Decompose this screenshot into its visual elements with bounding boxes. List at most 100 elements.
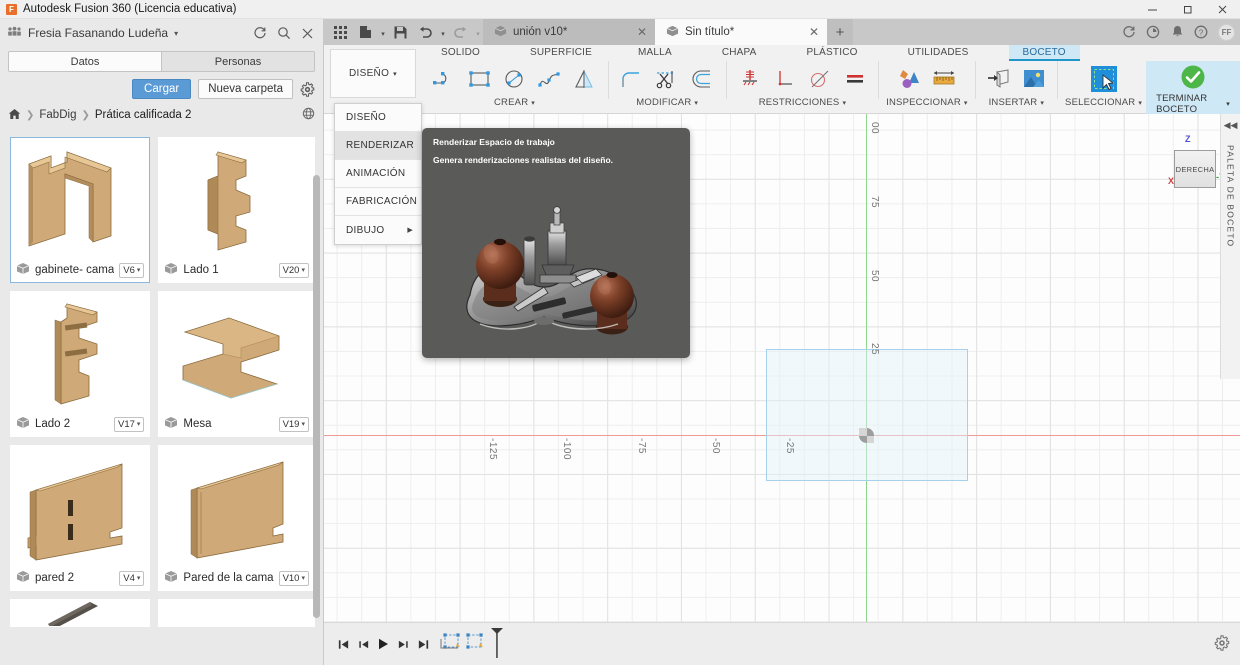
spline-icon[interactable] [533, 62, 566, 96]
insert-derive-icon[interactable] [982, 62, 1015, 96]
tab-plastico[interactable]: PLÁSTICO [793, 45, 872, 61]
maximize-button[interactable] [1170, 0, 1205, 19]
redo-icon[interactable] [448, 21, 473, 43]
skip-to-start-icon[interactable] [333, 629, 353, 659]
panel-label-crear[interactable]: CREAR ▾ [494, 97, 535, 108]
menu-item-fabricacion[interactable]: FABRICACIÓN [335, 188, 421, 216]
document-tab-union[interactable]: unión v10* ✕ [483, 19, 655, 45]
help-icon[interactable]: ? [1189, 19, 1213, 45]
sketch-palette-strip[interactable]: ◀◀ PALETA DE BOCETO [1220, 114, 1240, 379]
list-item[interactable]: Mesa V19 ▾ [158, 291, 315, 437]
job-status-icon[interactable] [1141, 19, 1165, 45]
menu-item-diseno[interactable]: DISEÑO [335, 104, 421, 132]
list-item[interactable]: gabinete- cama V6 ▾ [10, 137, 151, 283]
search-icon[interactable] [276, 26, 291, 41]
list-item[interactable]: Pared de la cama V10 ▾ [158, 445, 315, 591]
perpendicular-icon[interactable] [768, 62, 801, 96]
step-back-icon[interactable] [353, 629, 373, 659]
version-badge[interactable]: V20 ▾ [278, 262, 309, 278]
new-tab-button[interactable]: + [827, 19, 853, 45]
collapse-left-icon[interactable]: ◀◀ [1224, 120, 1238, 131]
close-icon[interactable]: ✕ [623, 25, 647, 39]
list-item[interactable] [158, 599, 315, 627]
timeline-marker-icon[interactable] [489, 627, 505, 661]
globe-icon[interactable] [302, 107, 315, 123]
tab-malla[interactable]: MALLA [624, 45, 686, 61]
version-badge[interactable]: V10 ▾ [278, 570, 309, 586]
save-icon[interactable] [388, 21, 413, 43]
panel-label-seleccionar[interactable]: SELECCIONAR ▾ [1065, 97, 1142, 108]
sketch-rectangle[interactable] [766, 349, 968, 481]
selection-window-icon[interactable] [1085, 62, 1123, 96]
sketch-feature-icon[interactable] [464, 631, 486, 658]
refresh-icon[interactable] [252, 26, 267, 41]
close-icon[interactable]: ✕ [795, 25, 819, 39]
close-panel-icon[interactable] [300, 26, 315, 41]
panel-label-restricciones[interactable]: RESTRICCIONES ▾ [759, 97, 846, 108]
version-badge[interactable]: V19 ▾ [278, 416, 309, 432]
list-item[interactable] [10, 599, 151, 627]
home-icon[interactable] [8, 108, 21, 123]
trim-icon[interactable] [651, 62, 684, 96]
app-grid-icon[interactable] [328, 21, 353, 43]
gear-icon[interactable] [300, 81, 315, 97]
document-tab-sin-titulo[interactable]: Sin título* ✕ [655, 19, 827, 45]
panel-label-modificar[interactable]: MODIFICAR ▾ [636, 97, 698, 108]
menu-item-dibujo[interactable]: DIBUJO ▶ [335, 216, 421, 244]
workspace-switcher-button[interactable]: DISEÑO ▾ [330, 49, 416, 98]
upload-button[interactable]: Cargar [132, 79, 192, 99]
version-badge[interactable]: V17 ▾ [114, 416, 145, 432]
menu-item-renderizar[interactable]: RENDERIZAR [335, 132, 421, 160]
chevron-down-icon[interactable]: ▾ [378, 21, 388, 43]
tab-chapa[interactable]: CHAPA [708, 45, 771, 61]
tab-datos[interactable]: Datos [9, 52, 161, 71]
panel-label-insertar[interactable]: INSERTAR ▾ [989, 97, 1044, 108]
view-cube[interactable]: Z DERECHA X -Y [1162, 132, 1226, 194]
tab-utilidades[interactable]: UTILIDADES [894, 45, 983, 61]
breadcrumb-item-fabdig[interactable]: FabDig [39, 109, 76, 121]
account-name[interactable]: Fresia Fasanando Ludeña [28, 26, 168, 40]
rectangle-icon[interactable] [463, 62, 496, 96]
origin-point[interactable] [859, 428, 874, 443]
tab-personas[interactable]: Personas [161, 52, 314, 71]
mirror-icon[interactable] [568, 62, 601, 96]
step-forward-icon[interactable] [393, 629, 413, 659]
breadcrumb-item-current[interactable]: Prática calificada 2 [95, 109, 192, 121]
data-items-scroll-area[interactable]: escaleras V2▾ [0, 129, 323, 665]
tab-boceto[interactable]: BOCETO [1008, 45, 1081, 61]
timeline-settings-gear-icon[interactable] [1214, 634, 1230, 654]
list-item[interactable]: Lado 2 V17 ▾ [10, 291, 151, 437]
data-panel-scrollbar[interactable] [313, 175, 320, 618]
list-item[interactable]: Lado 1 V20 ▾ [158, 137, 315, 283]
undo-icon[interactable] [413, 21, 438, 43]
tangent-icon[interactable] [803, 62, 836, 96]
tab-solido[interactable]: SOLIDO [427, 45, 494, 61]
finish-sketch-check-icon[interactable] [1177, 60, 1210, 94]
avatar[interactable]: FF [1218, 23, 1235, 41]
sync-icon[interactable] [1117, 19, 1141, 45]
menu-item-animacion[interactable]: ANIMACIÓN [335, 160, 421, 188]
dimension-ruler-icon[interactable] [928, 62, 961, 96]
circle-icon[interactable] [498, 62, 531, 96]
measure-shapes-icon[interactable] [893, 62, 926, 96]
parallel-icon[interactable] [838, 62, 871, 96]
view-cube-face[interactable]: DERECHA [1174, 150, 1216, 188]
notifications-bell-icon[interactable] [1165, 19, 1189, 45]
panel-terminar-boceto[interactable]: TERMINAR BOCETO ▾ [1146, 60, 1240, 115]
new-folder-button[interactable]: Nueva carpeta [198, 79, 293, 99]
chevron-down-icon[interactable]: ▾ [438, 21, 448, 43]
play-icon[interactable] [373, 629, 393, 659]
chevron-down-icon[interactable]: ▾ [174, 29, 178, 38]
panel-label-inspeccionar[interactable]: INSPECCIONAR ▾ [886, 97, 967, 108]
version-badge[interactable]: V6 ▾ [119, 262, 145, 278]
minimize-button[interactable] [1135, 0, 1170, 19]
line-icon[interactable] [428, 62, 461, 96]
insert-image-icon[interactable] [1017, 62, 1050, 96]
fillet-icon[interactable] [616, 62, 649, 96]
close-button[interactable] [1205, 0, 1240, 19]
offset-icon[interactable] [686, 62, 719, 96]
skip-to-end-icon[interactable] [413, 629, 433, 659]
panel-label-terminar-boceto[interactable]: TERMINAR BOCETO ▾ [1156, 93, 1230, 115]
list-item[interactable]: pared 2 V4 ▾ [10, 445, 151, 591]
version-badge[interactable]: V4 ▾ [119, 570, 145, 586]
